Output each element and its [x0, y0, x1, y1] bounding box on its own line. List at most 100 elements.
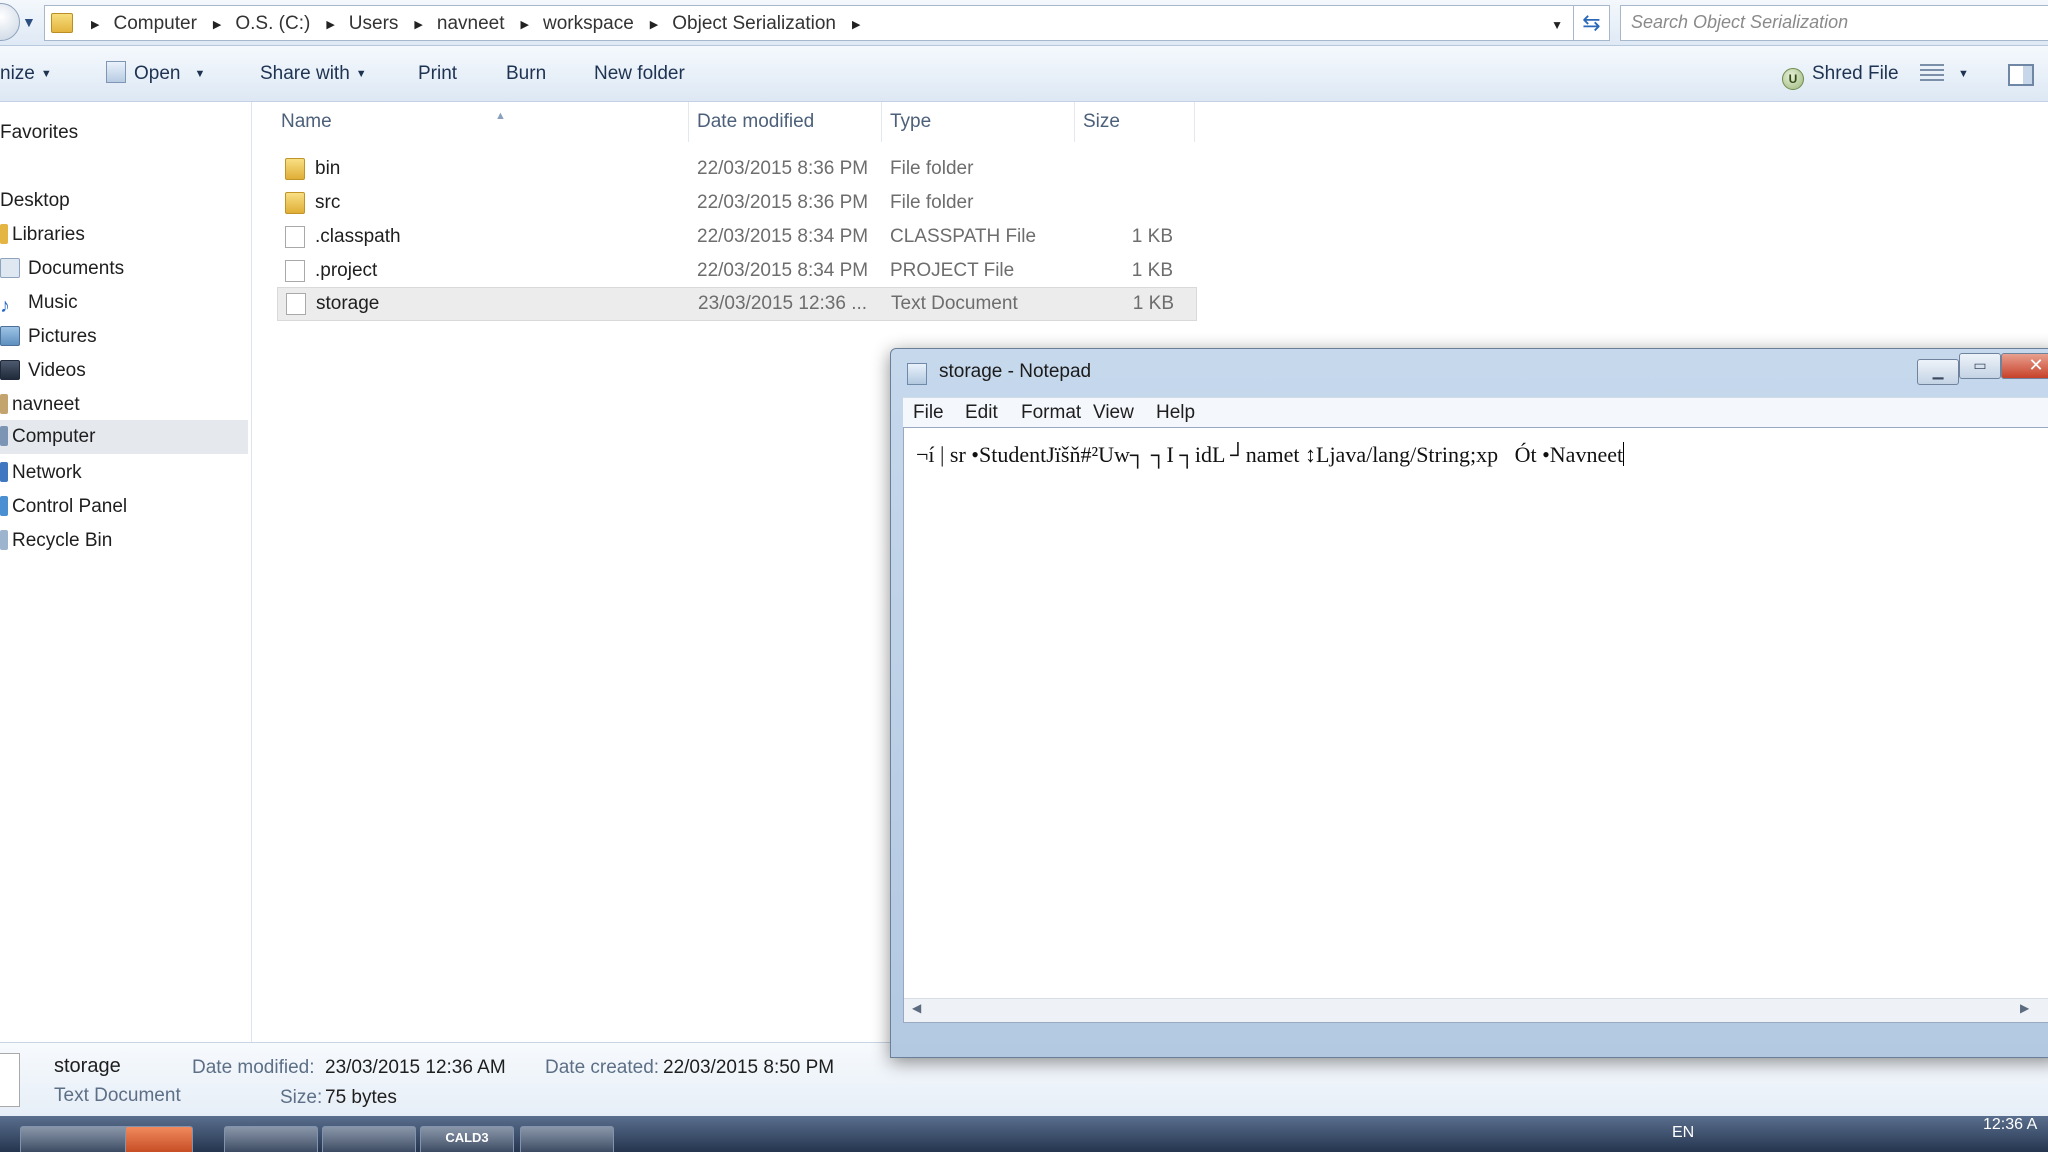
horizontal-scrollbar[interactable]: ◀ ▶ — [904, 998, 2048, 1022]
file-size: 1 KB — [1132, 293, 1174, 314]
share-with-label: Share with — [260, 63, 350, 84]
preview-pane-icon[interactable] — [2008, 64, 2034, 86]
shred-file-button[interactable]: U Shred File — [1782, 46, 1899, 102]
refresh-button[interactable]: ⇆ — [1574, 5, 1610, 41]
chevron-right-icon[interactable]: ▶ — [326, 18, 334, 31]
column-header-type[interactable]: Type — [882, 102, 1075, 142]
burn-button[interactable]: Burn — [506, 46, 546, 102]
column-header-name[interactable]: Name ▲ — [273, 102, 689, 142]
breadcrumb-item-object-serialization[interactable]: Object Serialization — [672, 13, 836, 35]
file-date: 22/03/2015 8:34 PM — [697, 260, 869, 281]
details-date-modified: 23/03/2015 12:36 AM — [325, 1057, 506, 1078]
nav-item-control-panel[interactable]: Control Panel — [0, 492, 127, 522]
file-row-classpath[interactable]: .classpath 22/03/2015 8:34 PM CLASSPATH … — [277, 221, 1197, 253]
nav-item-recycle-bin[interactable]: Recycle Bin — [0, 526, 112, 556]
column-header-size[interactable]: Size — [1075, 102, 1195, 142]
breadcrumb-item-drive[interactable]: O.S. (C:) — [235, 13, 310, 35]
minimize-button[interactable]: ▁ — [1917, 359, 1959, 385]
chevron-down-icon: ▼ — [194, 68, 206, 80]
chevron-right-icon[interactable]: ▶ — [414, 18, 422, 31]
organize-label: nize — [0, 63, 35, 84]
editor-content[interactable]: ¬í | sr •StudentJïšň#²Uw┐ ┐I ┐idL ┘namet… — [916, 442, 1625, 468]
scroll-right-icon[interactable]: ▶ — [2020, 1001, 2029, 1015]
nav-item-pictures[interactable]: Pictures — [0, 322, 97, 352]
file-icon — [285, 226, 305, 248]
menu-edit[interactable]: Edit — [965, 398, 998, 428]
nav-item-videos[interactable]: Videos — [0, 356, 86, 386]
window-title: storage - Notepad — [939, 361, 1092, 382]
file-row-project[interactable]: .project 22/03/2015 8:34 PM PROJECT File… — [277, 255, 1197, 287]
nav-item-network[interactable]: Network — [0, 458, 82, 488]
file-name: .project — [315, 260, 378, 281]
clock[interactable]: 12:36 A — [1983, 1116, 2037, 1134]
nav-item-desktop[interactable]: Desktop — [0, 186, 70, 216]
breadcrumb-item-navneet[interactable]: navneet — [437, 13, 505, 35]
details-date-created: 22/03/2015 8:50 PM — [663, 1057, 835, 1078]
nav-item-music[interactable]: ♪ Music — [0, 288, 78, 318]
nav-item-navneet[interactable]: navneet — [0, 390, 80, 420]
nav-item-computer[interactable]: Computer — [0, 420, 248, 454]
file-type: PROJECT File — [890, 260, 1015, 281]
music-icon: ♪ — [0, 295, 10, 317]
taskbar-app-button[interactable] — [224, 1126, 318, 1152]
address-bar: ▼ ▶ Computer ▶ O.S. (C:) ▶ Users ▶ navne… — [0, 0, 2048, 46]
taskbar-cald3-button[interactable]: CALD3 — [420, 1126, 514, 1152]
breadcrumb[interactable]: ▶ Computer ▶ O.S. (C:) ▶ Users ▶ navneet… — [44, 5, 1574, 41]
maximize-button[interactable]: ▭ — [1959, 353, 2001, 379]
nav-item-documents[interactable]: Documents — [0, 254, 124, 284]
menu-file[interactable]: File — [913, 398, 944, 428]
taskbar-app-button[interactable] — [322, 1126, 416, 1152]
view-options-icon — [1920, 64, 1944, 82]
taskbar-notepad-button[interactable] — [520, 1126, 614, 1152]
file-name: .classpath — [315, 226, 401, 247]
file-type: Text Document — [891, 293, 1018, 314]
chevron-right-icon[interactable]: ▶ — [213, 18, 221, 31]
back-button[interactable] — [0, 3, 20, 41]
chevron-right-icon[interactable]: ▶ — [650, 18, 658, 31]
menu-help[interactable]: Help — [1156, 398, 1195, 428]
column-header-date-modified[interactable]: Date modified — [689, 102, 882, 142]
file-type: File folder — [890, 158, 974, 179]
file-name: bin — [315, 158, 341, 179]
taskbar-powerpoint-button[interactable] — [125, 1126, 193, 1152]
change-view-button[interactable]: ▼ — [1920, 46, 1969, 102]
file-row-storage[interactable]: storage 23/03/2015 12:36 ... Text Docume… — [277, 287, 1197, 321]
search-input[interactable]: Search Object Serialization — [1620, 5, 2048, 41]
text-editor[interactable]: ¬í | sr •StudentJïšň#²Uw┐ ┐I ┐idL ┘namet… — [903, 427, 2048, 1023]
new-folder-button[interactable]: New folder — [594, 46, 685, 102]
language-indicator[interactable]: EN — [1672, 1124, 1694, 1142]
nav-label: Music — [28, 292, 78, 313]
breadcrumb-item-computer[interactable]: Computer — [113, 13, 196, 35]
file-date: 23/03/2015 12:36 ... — [698, 293, 868, 314]
menu-format[interactable]: Format — [1021, 398, 1081, 428]
scroll-left-icon[interactable]: ◀ — [912, 1001, 921, 1015]
recent-pages-dropdown-icon[interactable]: ▼ — [22, 14, 36, 30]
chevron-right-icon[interactable]: ▶ — [852, 18, 860, 31]
breadcrumb-item-workspace[interactable]: workspace — [543, 13, 634, 35]
folder-icon — [285, 158, 305, 180]
text-caret — [1623, 442, 1625, 466]
breadcrumb-item-users[interactable]: Users — [349, 13, 399, 35]
nav-label: Libraries — [12, 224, 85, 245]
file-row-src[interactable]: src 22/03/2015 8:36 PM File folder — [277, 187, 1197, 219]
documents-icon — [0, 258, 20, 278]
shred-icon: U — [1782, 68, 1804, 90]
close-button[interactable]: ✕ — [2001, 353, 2048, 379]
share-with-button[interactable]: Share with ▼ — [260, 46, 367, 102]
open-button[interactable]: Open ▼ — [106, 46, 205, 102]
menu-view[interactable]: View — [1093, 398, 1134, 428]
print-button[interactable]: Print — [418, 46, 457, 102]
nav-label: Control Panel — [12, 496, 128, 517]
address-history-dropdown-icon[interactable]: ▼ — [1551, 18, 1563, 32]
open-icon — [106, 61, 126, 83]
file-row-bin[interactable]: bin 22/03/2015 8:36 PM File folder — [277, 153, 1197, 185]
chevron-right-icon[interactable]: ▶ — [521, 18, 529, 31]
details-file-kind: Text Document — [54, 1085, 181, 1106]
nav-item-libraries[interactable]: Libraries — [0, 220, 85, 250]
nav-item-favorites[interactable]: Favorites — [0, 118, 78, 148]
maximize-icon: ▭ — [1973, 357, 1987, 373]
chevron-down-icon: ▼ — [355, 68, 367, 80]
file-icon — [285, 260, 305, 282]
organize-button[interactable]: nize ▼ — [0, 46, 52, 102]
chevron-right-icon[interactable]: ▶ — [91, 18, 99, 31]
